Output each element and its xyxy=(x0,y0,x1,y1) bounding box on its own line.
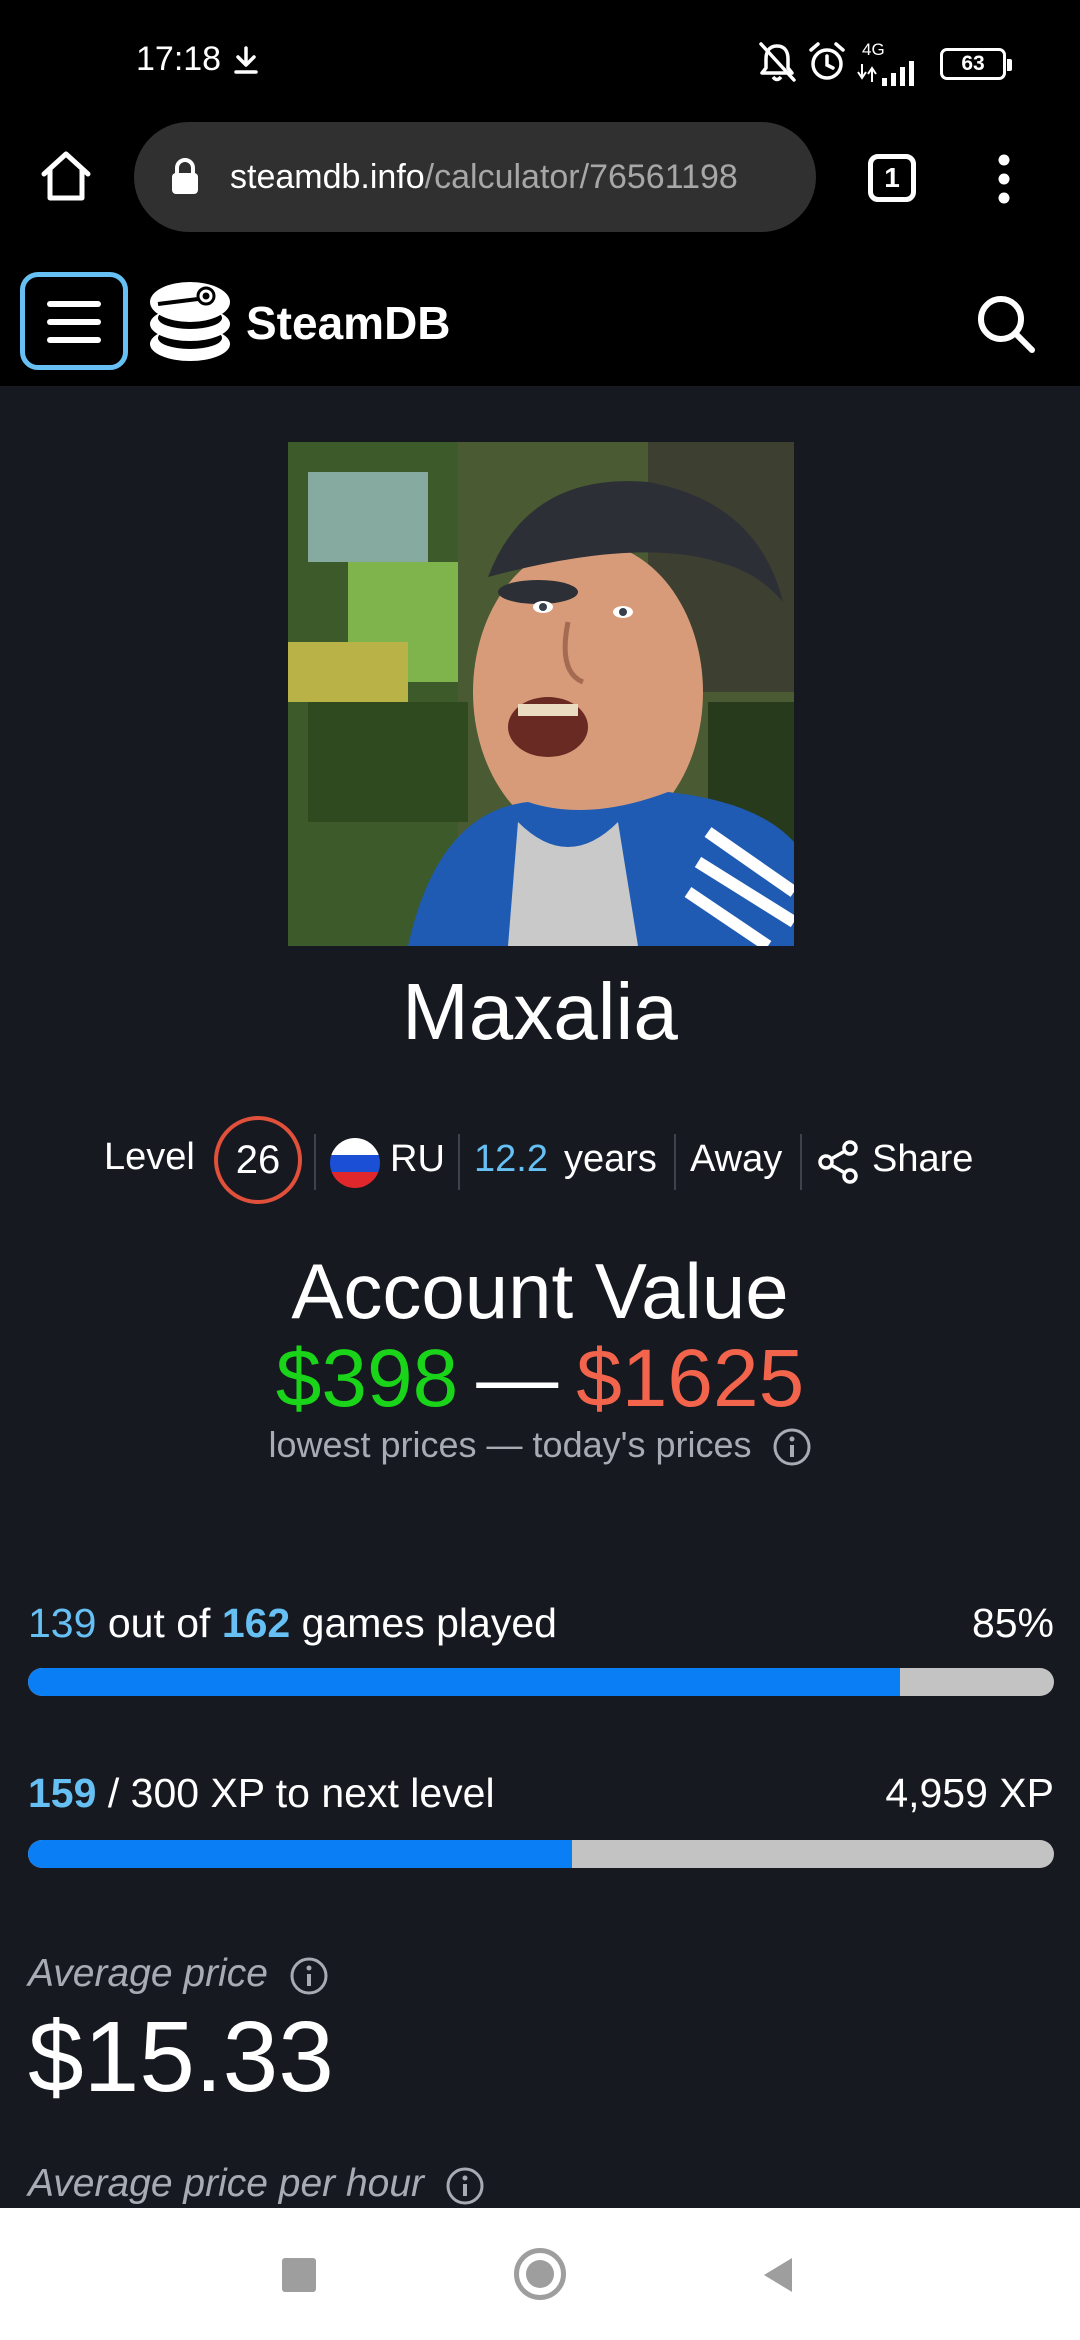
value-lowest-price: $398 xyxy=(275,1333,459,1424)
divider xyxy=(314,1134,316,1190)
games-played-count: 139 xyxy=(28,1600,97,1646)
menu-button[interactable] xyxy=(20,272,128,370)
info-icon[interactable] xyxy=(772,1427,812,1467)
divider xyxy=(458,1134,460,1190)
url-path: /calculator/76561198 xyxy=(424,158,738,196)
games-progress-fill xyxy=(28,1668,901,1696)
back-button[interactable] xyxy=(760,2256,794,2294)
games-progress-bar xyxy=(28,1668,1054,1696)
url-host: steamdb.info xyxy=(230,158,425,196)
profile-meta-row: Level 26 RU 12.2 years Away Share xyxy=(104,1116,1004,1206)
lock-icon xyxy=(172,158,198,194)
steamdb-logo-icon[interactable] xyxy=(146,274,234,366)
divider xyxy=(674,1134,676,1190)
xp-row: 159 / 300 XP to next level 4,959 XP xyxy=(28,1770,1054,1840)
share-button[interactable]: Share xyxy=(872,1138,973,1181)
brand-name[interactable]: SteamDB xyxy=(246,296,451,350)
value-separator: — xyxy=(476,1333,559,1424)
xp-progress-fill xyxy=(28,1840,572,1868)
signal-icon xyxy=(857,61,914,86)
country-code: RU xyxy=(390,1138,445,1180)
games-played-text: 139 out of 162 games played xyxy=(28,1600,557,1647)
account-value-caption: lowest prices — today's prices xyxy=(0,1424,1080,1467)
average-price-label: Average price xyxy=(28,1952,329,1996)
share-icon[interactable] xyxy=(816,1140,860,1184)
average-price-per-hour-text: Average price per hour xyxy=(28,2162,425,2205)
online-status: Away xyxy=(690,1138,783,1180)
alarm-icon xyxy=(809,42,845,80)
games-played-suffix: games played xyxy=(301,1600,557,1646)
info-icon[interactable] xyxy=(445,2166,485,2206)
search-icon[interactable] xyxy=(974,292,1038,356)
account-years-value: 12.2 xyxy=(474,1138,548,1180)
xp-target: 300 XP to next level xyxy=(130,1770,495,1816)
more-options-icon[interactable] xyxy=(984,152,1024,206)
level-badge: 26 xyxy=(214,1116,302,1204)
profile-avatar xyxy=(288,442,794,946)
url-text: steamdb.info/calculator/76561198 xyxy=(230,156,800,198)
games-played-percent: 85% xyxy=(971,1600,1054,1646)
download-icon xyxy=(234,46,258,74)
divider xyxy=(800,1134,802,1190)
xp-current: 159 xyxy=(28,1770,97,1816)
average-price-value: $15.33 xyxy=(28,2001,334,2113)
status-time: 17:18 xyxy=(136,40,222,78)
network-type: 4G xyxy=(862,40,885,59)
account-value-title: Account Value xyxy=(291,1247,789,1335)
average-price-per-hour-label: Average price per hour xyxy=(28,2162,485,2206)
browser-toolbar: steamdb.info/calculator/76561198 1 xyxy=(0,122,1080,256)
average-price-label-text: Average price xyxy=(28,1952,268,1995)
level-label: Level xyxy=(104,1136,195,1178)
recent-apps-button[interactable] xyxy=(282,2258,316,2292)
battery-indicator: 63 xyxy=(940,48,1012,80)
xp-progress-bar xyxy=(28,1840,1054,1868)
xp-separator: / xyxy=(107,1770,120,1816)
system-navigation-bar xyxy=(0,2208,1080,2340)
home-button[interactable] xyxy=(514,2248,566,2300)
profile-name: Maxalia xyxy=(402,967,678,1056)
account-value-caption-text: lowest prices — today's prices xyxy=(268,1424,752,1465)
games-played-row: 139 out of 162 games played 85% xyxy=(28,1600,1054,1670)
value-todays-price: $1625 xyxy=(576,1333,805,1424)
xp-text: 159 / 300 XP to next level xyxy=(28,1770,495,1817)
address-bar[interactable]: steamdb.info/calculator/76561198 xyxy=(134,122,816,232)
mute-bell-icon xyxy=(759,42,796,82)
status-bar: 17:18 4G 63 xyxy=(0,0,1080,122)
games-total-count: 162 xyxy=(221,1600,291,1646)
account-years-label: years xyxy=(564,1138,657,1180)
info-icon[interactable] xyxy=(289,1956,329,1996)
russia-flag-icon xyxy=(330,1138,380,1188)
xp-total: 4,959 XP xyxy=(885,1770,1054,1816)
games-out-of: out of xyxy=(107,1600,211,1646)
home-icon[interactable] xyxy=(38,148,94,204)
account-value-range: $398— $1625 xyxy=(0,1332,1080,1426)
site-header: SteamDB xyxy=(0,256,1080,386)
tab-switcher-button[interactable]: 1 xyxy=(868,154,916,202)
hamburger-icon xyxy=(47,301,101,307)
